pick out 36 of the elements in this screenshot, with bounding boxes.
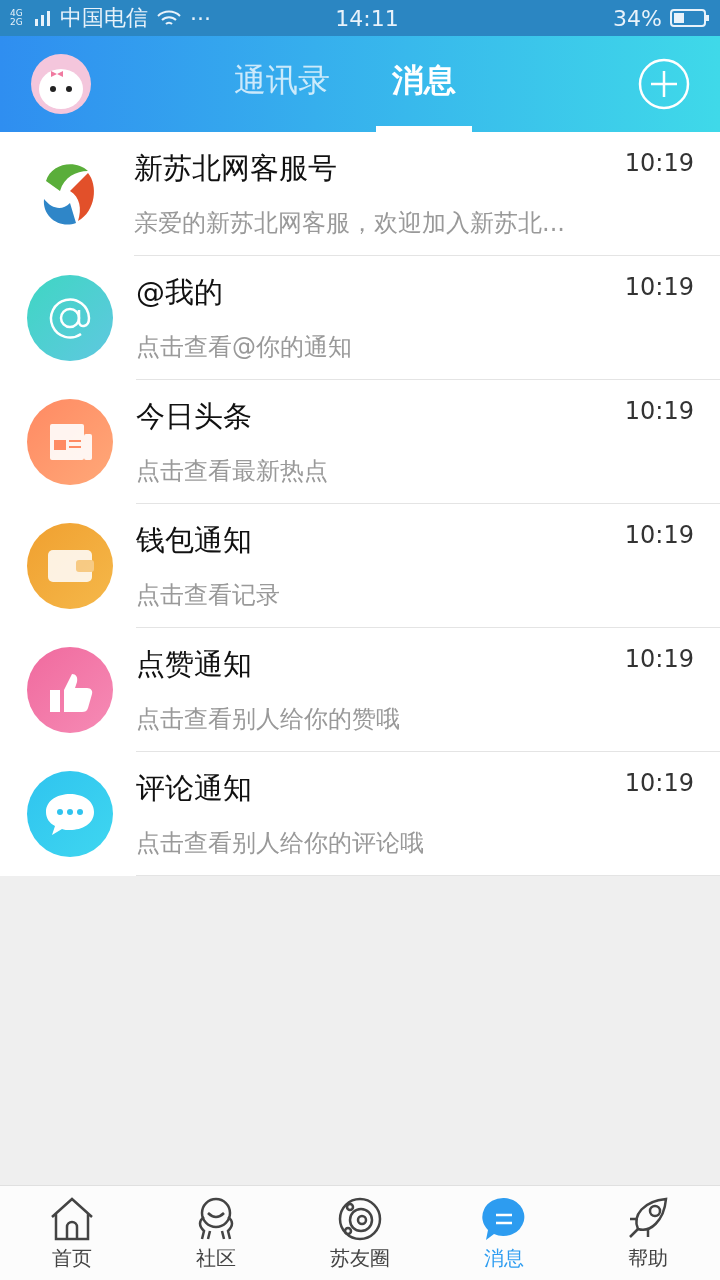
nav-tab[interactable]: 苏友圈 (288, 1186, 432, 1280)
battery-icon (670, 8, 710, 28)
message-time: 10:19 (624, 768, 694, 797)
message-time: 10:19 (624, 644, 694, 673)
nav-tab[interactable]: 帮助 (576, 1186, 720, 1280)
message-title: 钱包通知 (136, 521, 252, 559)
battery-level: 34% (613, 5, 662, 31)
message-time: 10:19 (624, 272, 694, 301)
wallet-icon (26, 522, 114, 610)
network-type: 4G 2G (10, 9, 24, 27)
message-preview: 点击查看记录 (136, 579, 281, 611)
message-preview: 点击查看别人给你的赞哦 (136, 703, 401, 735)
more-dots: ··· (190, 5, 211, 31)
signal-icon (34, 9, 52, 27)
message-title: 新苏北网客服号 (134, 149, 337, 187)
message-preview: 亲爱的新苏北网客服，欢迎加入新苏北... (134, 207, 566, 239)
message-preview: 点击查看@你的通知 (136, 331, 353, 363)
newspaper-icon (26, 398, 114, 486)
thumbs-up-icon (26, 646, 114, 734)
nav-tab[interactable]: 社区 (144, 1186, 288, 1280)
carrier-name: 中国电信 (60, 4, 148, 32)
add-icon[interactable] (638, 58, 690, 110)
at-sign-icon (26, 274, 114, 362)
message-title: 点赞通知 (136, 645, 252, 683)
message-preview: 点击查看最新热点 (136, 455, 329, 487)
nav-tab[interactable]: 首页 (0, 1186, 144, 1280)
clock-time: 14:11 (334, 5, 400, 31)
message-preview: 点击查看别人给你的评论哦 (136, 827, 425, 859)
message-time: 10:19 (624, 396, 694, 425)
message-title: @我的 (136, 273, 223, 311)
message-time: 10:19 (624, 520, 694, 549)
message-time: 10:19 (624, 148, 694, 177)
message-title: 今日头条 (136, 397, 252, 435)
chat-bubble-icon (26, 770, 114, 858)
avatar-icon[interactable] (30, 53, 92, 115)
message-title: 评论通知 (136, 769, 252, 807)
